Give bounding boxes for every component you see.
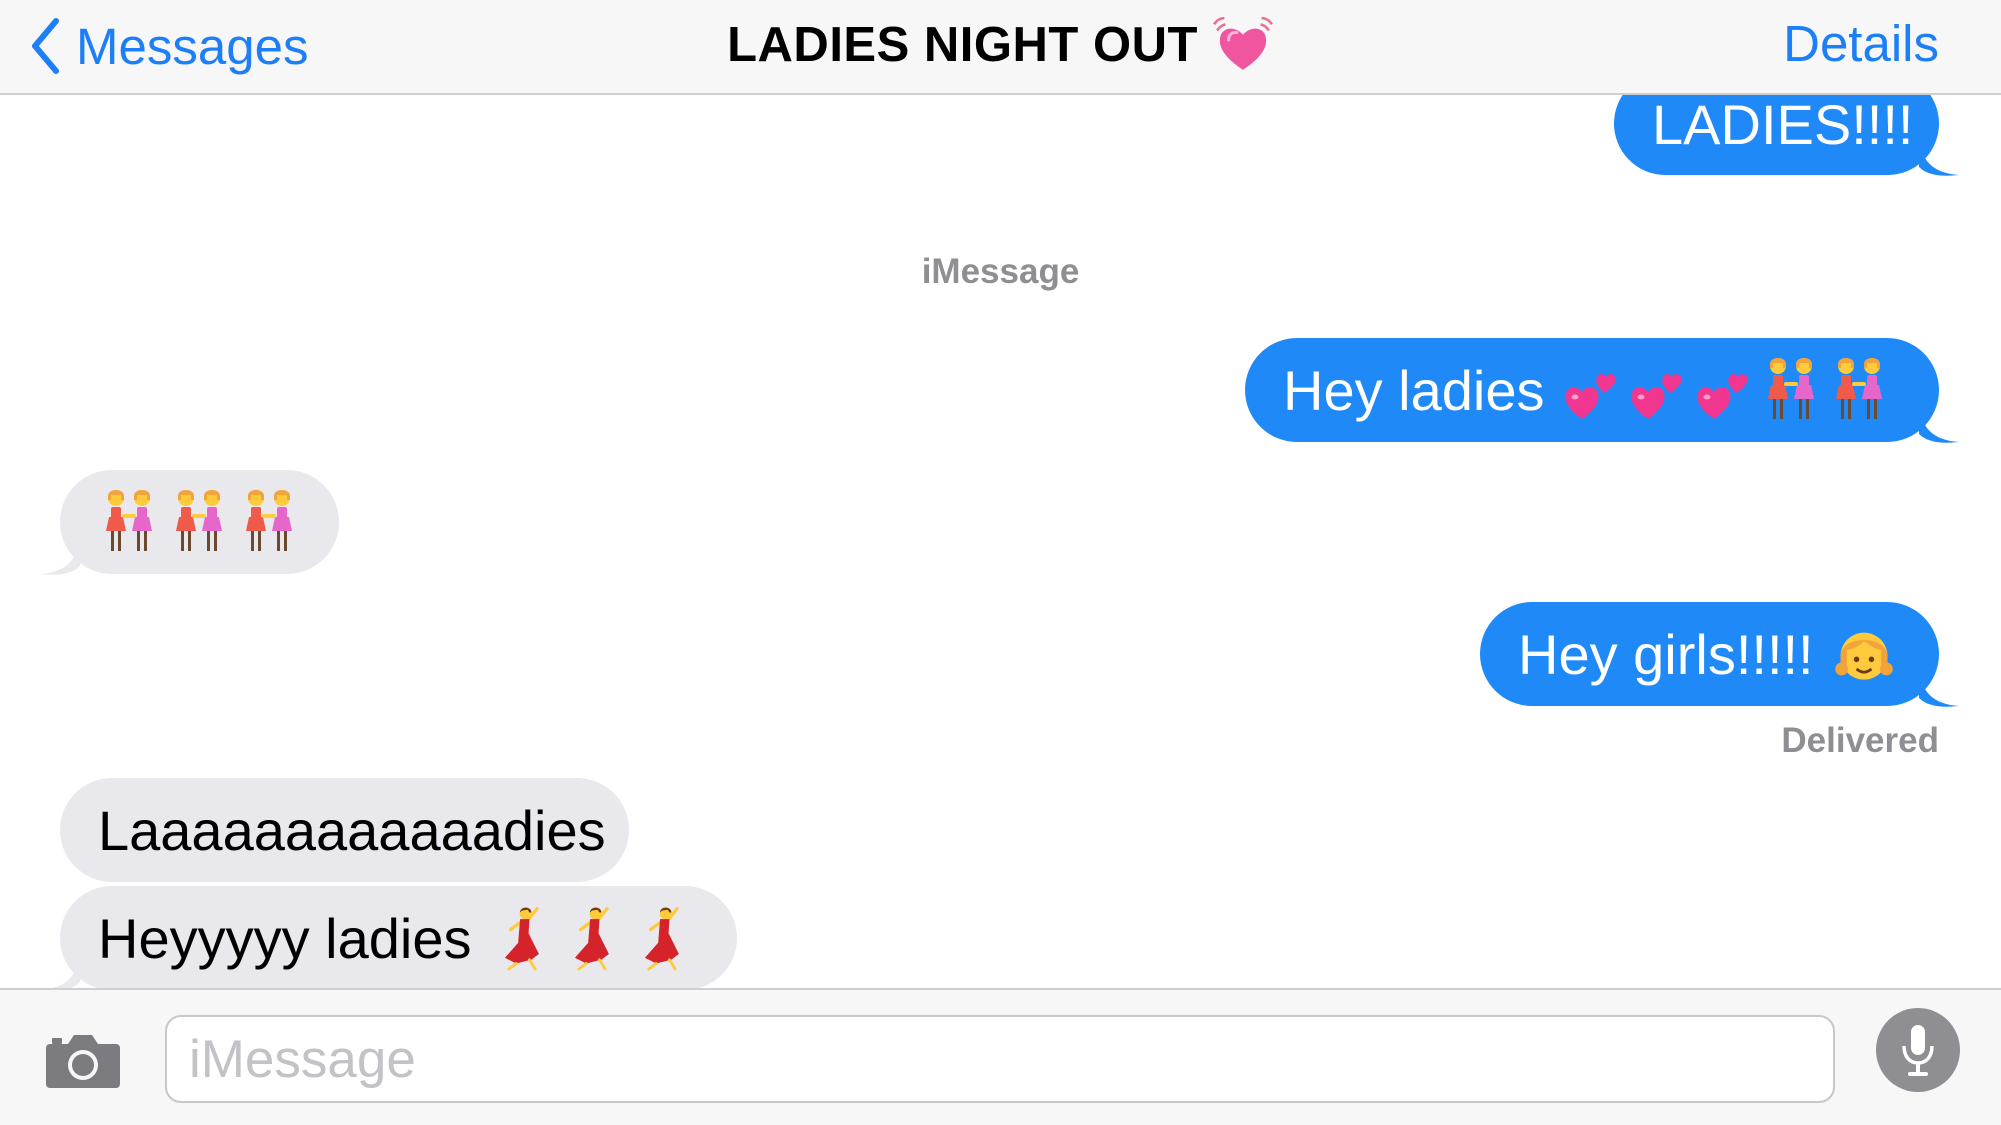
girl-emoji-icon [1832,622,1896,686]
two-hearts-emoji-icon [1694,365,1754,425]
message-text: Laaaaaaaaaaaadies [98,798,606,862]
delivery-status: Delivered [1781,721,1939,760]
women-holding-hands-emoji-icon [168,487,230,557]
beating-heart-icon [1212,14,1274,76]
women-holding-hands-emoji-icon [238,487,300,557]
women-holding-hands-emoji-icon [1760,355,1822,425]
woman-dancing-emoji-icon [567,905,615,971]
conversation-title: LADIES NIGHT OUT [727,18,1198,72]
bubble-tail [1919,137,1959,176]
bubble-tail [1919,668,1959,707]
bubble-tail [1919,404,1959,443]
outgoing-message-bubble[interactable]: Hey ladies [1245,338,1959,443]
two-hearts-emoji-icon [1628,365,1688,425]
service-label: iMessage [921,252,1080,291]
outgoing-message-bubble[interactable]: Hey girls!!!!! [1480,602,1959,707]
emoji-group [1832,622,1896,686]
camera-button[interactable] [44,1032,122,1095]
incoming-message-bubble[interactable]: Laaaaaaaaaaaadies [60,778,629,882]
details-button[interactable]: Details [1783,14,1939,73]
incoming-message-bubble[interactable] [40,470,339,575]
message-input-bar [0,988,2001,1125]
conversation-title-container[interactable]: LADIES NIGHT OUT [0,14,2001,76]
message-text: Hey ladies [1283,358,1545,422]
camera-icon [46,1035,120,1088]
woman-dancing-emoji-icon [637,905,685,971]
emoji-group [1562,355,1890,425]
woman-dancing-emoji-icon [497,905,545,971]
incoming-message-bubble[interactable]: Heyyyyy ladies [40,886,737,991]
women-holding-hands-emoji-icon [1828,355,1890,425]
bubble-tail [40,952,80,991]
message-text: Heyyyyy ladies [98,906,472,970]
emoji-group [98,487,300,557]
women-holding-hands-emoji-icon [98,487,160,557]
emoji-group [497,905,685,971]
two-hearts-emoji-icon [1562,365,1622,425]
microphone-button[interactable] [1876,1008,1960,1092]
microphone-icon [1902,1025,1934,1076]
navigation-bar: Messages LADIES NIGHT OUT Details [0,0,2001,95]
message-text: Hey girls!!!!! [1518,622,1814,686]
message-text: LADIES!!!! [1652,93,1914,156]
bubble-tail [40,536,80,575]
message-text-field[interactable] [165,1015,1835,1103]
messages-screen: Messages LADIES NIGHT OUT Details LADIES… [0,0,2001,1125]
